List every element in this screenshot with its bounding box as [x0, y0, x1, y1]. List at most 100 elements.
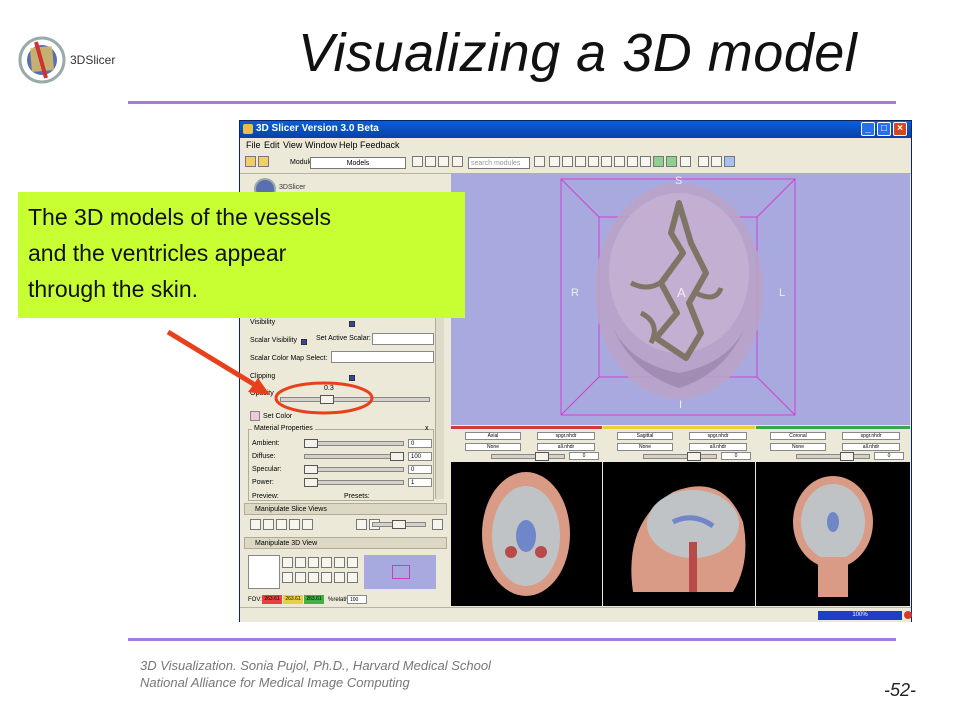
coronal-volume-select[interactable]: spgr.nhdr — [842, 432, 900, 440]
data-icon[interactable] — [562, 156, 573, 167]
view-icon[interactable] — [724, 156, 735, 167]
diffuse-value[interactable]: 100 — [408, 452, 432, 461]
axial-orientation-select[interactable]: Axial — [465, 432, 521, 440]
sagittal-orientation-select[interactable]: Sagittal — [617, 432, 673, 440]
coronal-image[interactable] — [756, 462, 910, 606]
redo-icon[interactable] — [666, 156, 677, 167]
slice-tool-5-icon[interactable] — [302, 519, 313, 530]
load-scene-icon[interactable] — [245, 156, 256, 167]
manipulate-slice-views-header[interactable]: Manipulate Slice Views — [244, 503, 447, 515]
slice-tool-2-icon[interactable] — [263, 519, 274, 530]
module-refresh-icon[interactable] — [452, 156, 463, 167]
slice-fit-icon[interactable] — [356, 519, 367, 530]
view-fiducial-icon[interactable] — [334, 572, 345, 583]
fov-value-red[interactable]: 263.61 — [262, 595, 282, 604]
module-back-icon[interactable] — [425, 156, 436, 167]
view-spin-icon[interactable] — [295, 557, 306, 568]
measure-icon[interactable] — [627, 156, 638, 167]
sagittal-slice-slider[interactable] — [643, 454, 717, 459]
close-button[interactable]: × — [893, 122, 907, 136]
pick-icon[interactable] — [698, 156, 709, 167]
transform-icon[interactable] — [640, 156, 651, 167]
power-value[interactable]: 1 — [408, 478, 432, 487]
view-stereo-icon[interactable] — [334, 557, 345, 568]
slice-tool-1-icon[interactable] — [250, 519, 261, 530]
manipulate-3d-view-header[interactable]: Manipulate 3D View — [244, 537, 447, 549]
module-search-input[interactable]: search modules — [468, 157, 530, 169]
fiducials-icon[interactable] — [601, 156, 612, 167]
power-slider[interactable] — [304, 480, 404, 485]
sagittal-slice-thumb[interactable] — [687, 452, 701, 461]
models-icon[interactable] — [588, 156, 599, 167]
ambient-thumb[interactable] — [304, 439, 318, 448]
undo-icon[interactable] — [653, 156, 664, 167]
menu-view[interactable]: View — [283, 140, 302, 150]
coronal-orientation-select[interactable]: Coronal — [770, 432, 826, 440]
view-ortho-icon[interactable] — [321, 557, 332, 568]
coronal-offset-value[interactable]: 0 — [874, 452, 904, 460]
menu-help[interactable]: Help — [339, 140, 358, 150]
sagittal-offset-value[interactable]: 0 — [721, 452, 751, 460]
coronal-slice-slider[interactable] — [796, 454, 870, 459]
minimize-button[interactable]: _ — [861, 122, 875, 136]
axial-image[interactable] — [451, 462, 602, 606]
search-icon[interactable] — [534, 156, 545, 167]
menu-edit[interactable]: Edit — [264, 140, 280, 150]
axial-labelvol-select[interactable]: all.nhdr — [537, 443, 595, 451]
save-scene-icon[interactable] — [258, 156, 269, 167]
coronal-slice-thumb[interactable] — [840, 452, 854, 461]
home-icon[interactable] — [549, 156, 560, 167]
specular-value[interactable]: 0 — [408, 465, 432, 474]
volumes-icon[interactable] — [575, 156, 586, 167]
specular-slider[interactable] — [304, 467, 404, 472]
view-rock-icon[interactable] — [308, 557, 319, 568]
material-close-icon[interactable]: x — [425, 425, 429, 432]
view-box-icon[interactable] — [295, 572, 306, 583]
slice-fov-thumb[interactable] — [392, 520, 406, 529]
view-screenshot-icon[interactable] — [347, 557, 358, 568]
sagittal-labelvol-select[interactable]: all.nhdr — [689, 443, 747, 451]
maximize-button[interactable]: □ — [877, 122, 891, 136]
relative-value[interactable]: 100 — [347, 595, 367, 604]
error-log-icon[interactable] — [904, 611, 912, 619]
slice-tool-3-icon[interactable] — [276, 519, 287, 530]
power-thumb[interactable] — [304, 478, 318, 487]
view-rotate-icon[interactable] — [282, 557, 293, 568]
diffuse-slider[interactable] — [304, 454, 404, 459]
coronal-labelvol-select[interactable]: all.nhdr — [842, 443, 900, 451]
slice-tool-4-icon[interactable] — [289, 519, 300, 530]
place-icon[interactable] — [711, 156, 722, 167]
menu-feedback[interactable]: Feedback — [360, 140, 400, 150]
view-labels-icon[interactable] — [308, 572, 319, 583]
sagittal-label-select[interactable]: None — [617, 443, 673, 451]
view-center-icon[interactable] — [347, 572, 358, 583]
fov-value-green[interactable]: 263.61 — [304, 595, 324, 604]
axial-slice-thumb[interactable] — [535, 452, 549, 461]
axial-volume-select[interactable]: spgr.nhdr — [537, 432, 595, 440]
coronal-label-select[interactable]: None — [770, 443, 826, 451]
sagittal-image[interactable] — [603, 462, 755, 606]
module-forward-icon[interactable] — [438, 156, 449, 167]
view-axes-icon[interactable] — [282, 572, 293, 583]
diffuse-thumb[interactable] — [390, 452, 404, 461]
3d-view[interactable]: S R A L I — [451, 173, 910, 425]
layout-icon[interactable] — [680, 156, 691, 167]
ambient-slider[interactable] — [304, 441, 404, 446]
fov-value-yellow[interactable]: 263.61 — [283, 595, 303, 604]
sagittal-volume-select[interactable]: spgr.nhdr — [689, 432, 747, 440]
specular-thumb[interactable] — [304, 465, 318, 474]
axial-offset-value[interactable]: 0 — [569, 452, 599, 460]
panel-scrollbar[interactable] — [435, 309, 444, 499]
modules-select[interactable]: Models — [310, 157, 406, 169]
view-bg-icon[interactable] — [321, 572, 332, 583]
axial-slice-slider[interactable] — [491, 454, 565, 459]
menu-file[interactable]: File — [246, 140, 261, 150]
menu-window[interactable]: Window — [305, 140, 337, 150]
module-history-icon[interactable] — [412, 156, 423, 167]
3d-nav-viewport[interactable] — [392, 565, 410, 579]
ambient-value[interactable]: 0 — [408, 439, 432, 448]
orientation-compass[interactable] — [248, 555, 280, 589]
editor-icon[interactable] — [614, 156, 625, 167]
axial-label-select[interactable]: None — [465, 443, 521, 451]
slice-options-icon[interactable] — [432, 519, 443, 530]
